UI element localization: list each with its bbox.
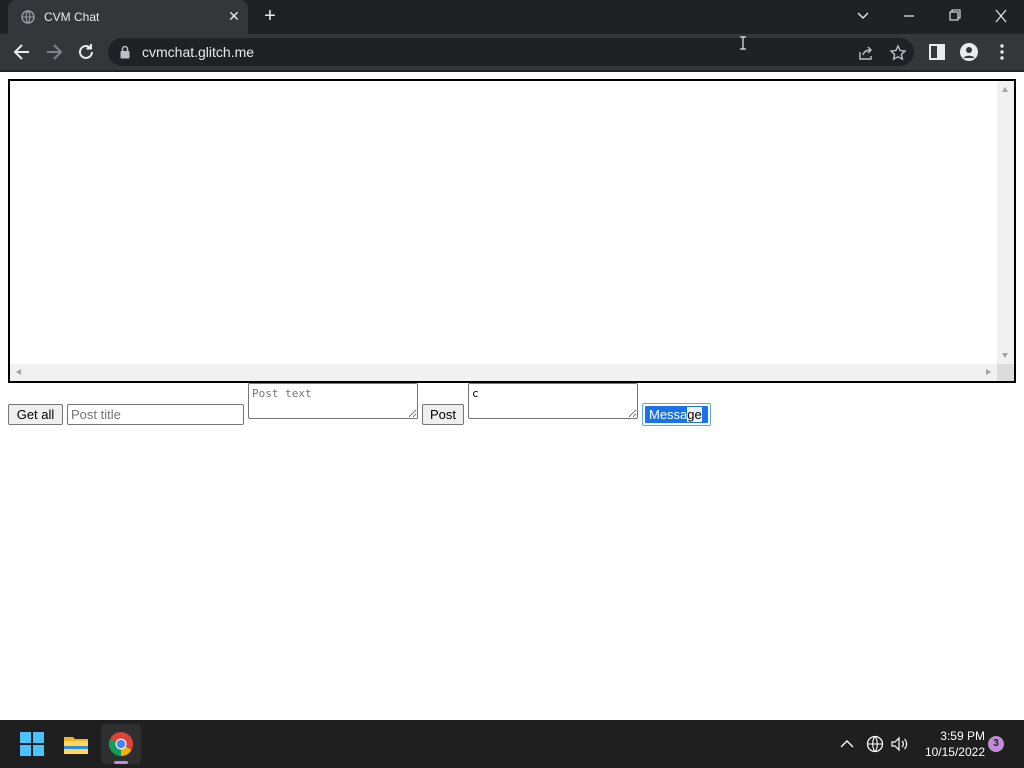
vertical-scrollbar[interactable] bbox=[997, 81, 1014, 364]
browser-toolbar: cvmchat.glitch.me bbox=[0, 34, 1024, 70]
globe-icon bbox=[21, 10, 35, 24]
network-icon[interactable] bbox=[865, 734, 885, 754]
scrollbar-corner bbox=[997, 364, 1014, 381]
text-cursor-icon bbox=[739, 36, 747, 50]
clock-date: 10/15/2022 bbox=[924, 745, 985, 759]
back-arrow-icon[interactable] bbox=[10, 40, 34, 64]
url-text[interactable]: cvmchat.glitch.me bbox=[142, 45, 254, 59]
side-panel-icon[interactable] bbox=[925, 40, 949, 64]
tab-strip: CVM Chat ✕ + bbox=[0, 0, 1024, 34]
get-all-button[interactable]: Get all bbox=[8, 404, 63, 425]
browser-tab[interactable]: CVM Chat ✕ bbox=[8, 0, 248, 34]
close-window-icon[interactable] bbox=[989, 6, 1013, 26]
volume-icon[interactable] bbox=[889, 734, 909, 754]
scroll-up-arrow-icon[interactable] bbox=[1002, 87, 1008, 92]
message-button[interactable]: Message bbox=[642, 403, 711, 426]
tab-title: CVM Chat bbox=[44, 10, 100, 24]
chrome-icon[interactable] bbox=[105, 728, 137, 760]
message-button-label: Message bbox=[649, 407, 702, 422]
post-title-input[interactable] bbox=[67, 404, 244, 425]
post-text-textarea[interactable] bbox=[248, 383, 418, 419]
lock-icon[interactable] bbox=[120, 45, 130, 64]
active-app-indicator bbox=[114, 761, 128, 764]
close-icon[interactable]: ✕ bbox=[226, 8, 242, 24]
profile-icon[interactable] bbox=[957, 40, 981, 64]
forward-arrow-icon[interactable] bbox=[42, 40, 66, 64]
reload-icon[interactable] bbox=[74, 40, 98, 64]
toolbar-divider bbox=[0, 70, 1024, 72]
post-button[interactable]: Post bbox=[422, 404, 464, 425]
chat-frame[interactable] bbox=[8, 79, 1016, 383]
more-menu-icon[interactable] bbox=[990, 40, 1014, 64]
horizontal-scrollbar[interactable] bbox=[10, 364, 997, 381]
scroll-down-arrow-icon[interactable] bbox=[1002, 353, 1008, 358]
chevron-down-icon[interactable] bbox=[851, 6, 875, 26]
chevron-up-icon[interactable] bbox=[837, 734, 857, 754]
taskbar-clock[interactable]: 3:59 PM 10/15/2022 bbox=[915, 728, 985, 760]
minimize-icon[interactable] bbox=[897, 6, 921, 26]
scroll-right-arrow-icon[interactable] bbox=[986, 369, 991, 375]
share-icon[interactable] bbox=[857, 44, 875, 62]
scroll-left-arrow-icon[interactable] bbox=[16, 369, 21, 375]
taskbar: 3:59 PM 10/15/2022 bbox=[0, 720, 1024, 768]
notification-badge[interactable]: 3 bbox=[988, 736, 1004, 752]
plus-icon[interactable]: + bbox=[260, 6, 280, 26]
address-bar[interactable]: cvmchat.glitch.me bbox=[108, 38, 914, 66]
message-textarea[interactable] bbox=[468, 383, 638, 419]
windows-start-icon[interactable] bbox=[16, 728, 48, 760]
star-icon[interactable] bbox=[889, 44, 907, 62]
file-explorer-icon[interactable] bbox=[60, 728, 92, 760]
restore-icon[interactable] bbox=[943, 6, 967, 26]
clock-time: 3:59 PM bbox=[940, 729, 985, 743]
